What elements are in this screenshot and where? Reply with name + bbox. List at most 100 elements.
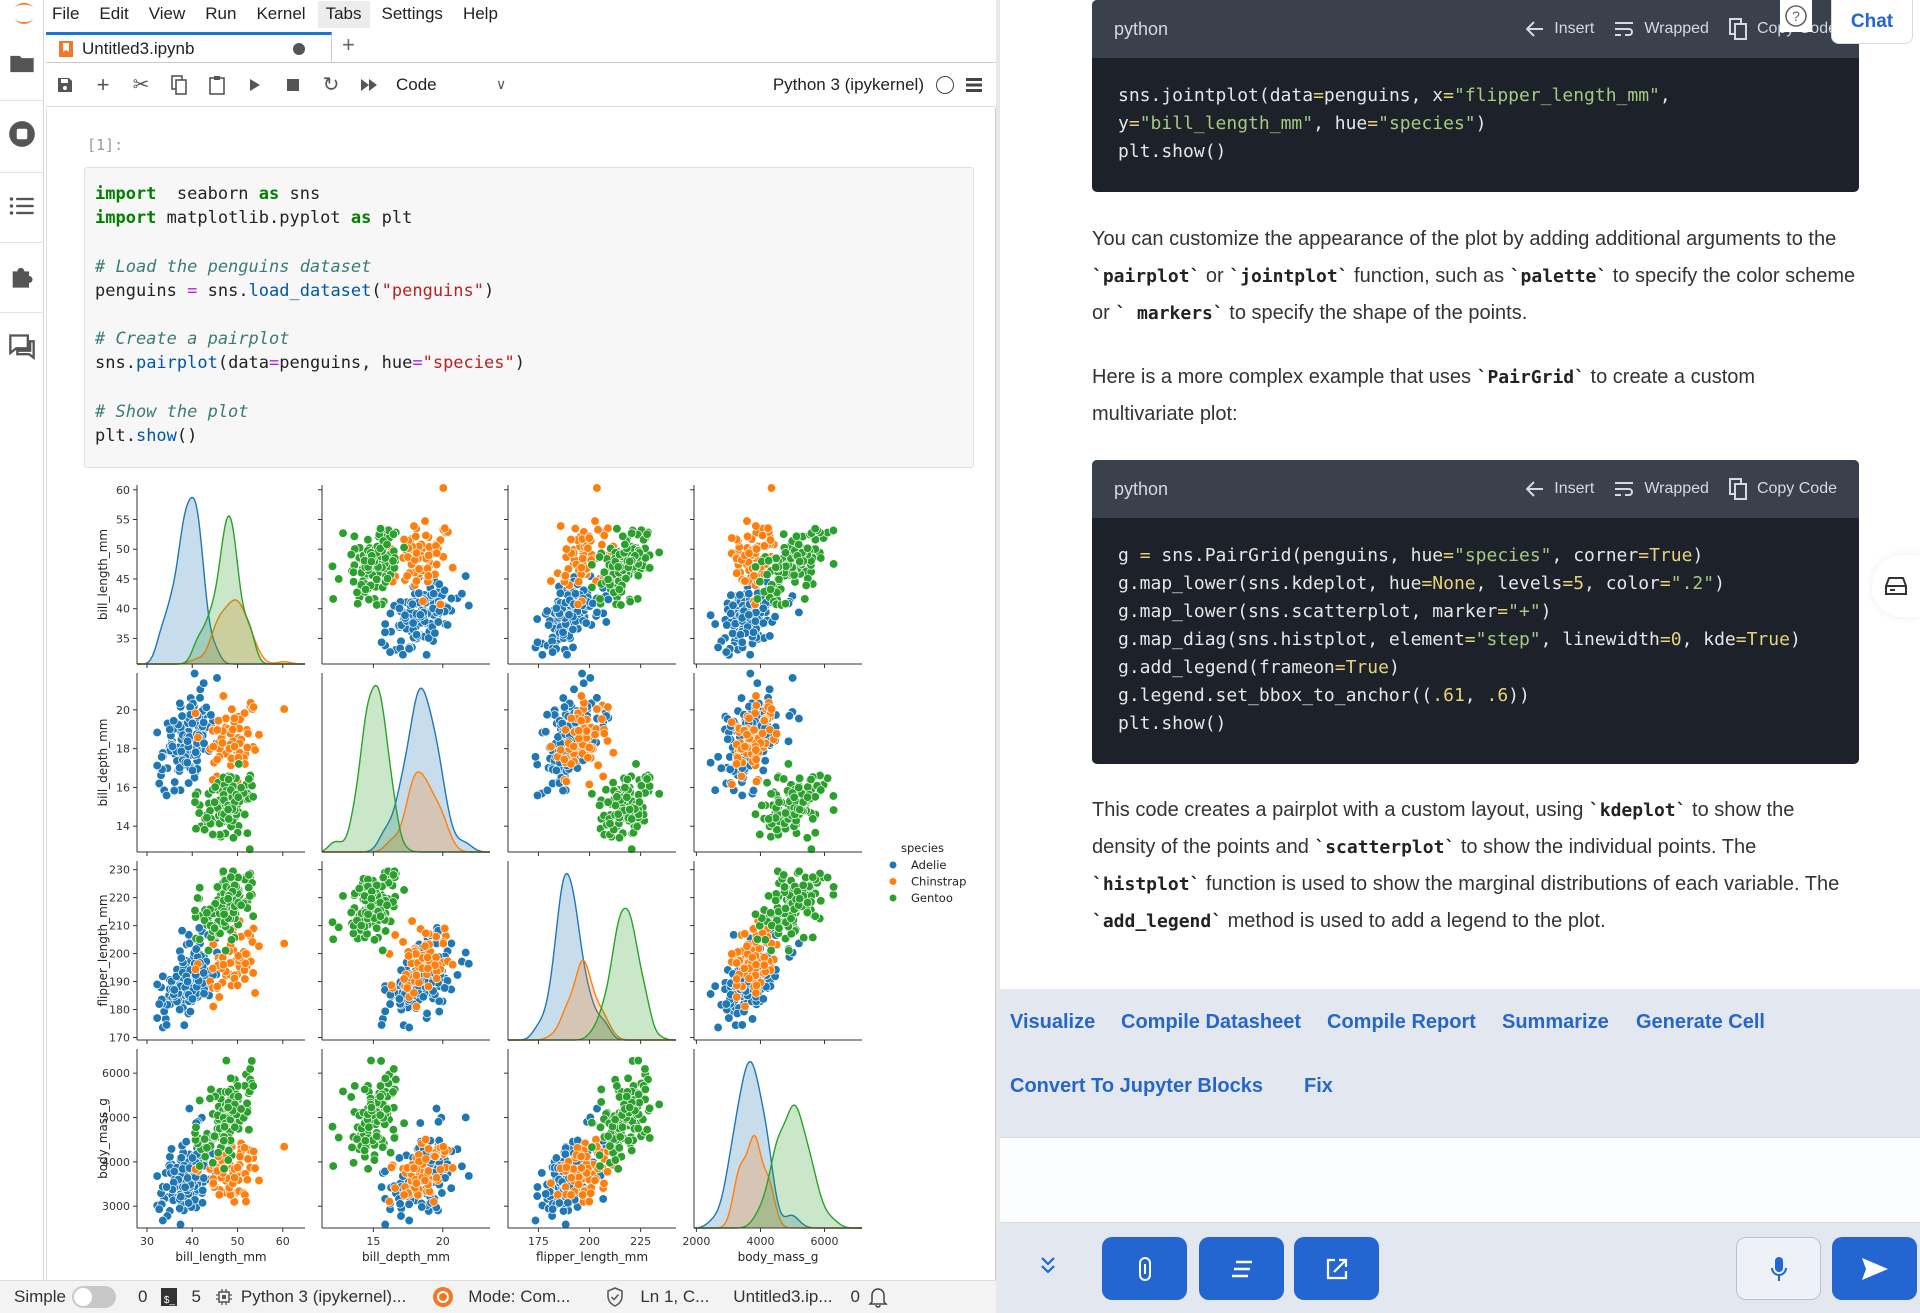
chevron-double-down-icon[interactable] (1040, 1255, 1056, 1277)
insert-button[interactable]: Insert (1526, 480, 1594, 498)
scatter-point-gentoo (605, 819, 615, 829)
scatter-point-gentoo (219, 1122, 230, 1132)
kernel-status[interactable]: Python 3 (ipykernel)... (241, 1287, 406, 1307)
scatter-point-adelie (175, 1004, 185, 1015)
action-compile-datasheet[interactable]: Compile Datasheet (1121, 1011, 1301, 1034)
scatter-point-adelie (176, 953, 186, 963)
scatter-point-adelie (446, 1183, 456, 1193)
legend-marker-chinstrap (889, 878, 897, 885)
scatter-point-adelie (394, 1153, 405, 1163)
scatter-point-gentoo (633, 571, 643, 581)
send-button[interactable] (1832, 1237, 1917, 1300)
new-tab-button[interactable]: + (342, 32, 355, 58)
notification-count[interactable]: 0 (851, 1287, 860, 1307)
menu-help[interactable]: Help (455, 1, 506, 28)
bell-icon[interactable] (868, 1286, 888, 1308)
jupyter-ai-icon[interactable] (432, 1286, 454, 1308)
code-line: import seaborn as sns (95, 182, 963, 206)
restart-run-all-button[interactable] (350, 70, 388, 100)
menu-edit[interactable]: Edit (91, 1, 136, 28)
menu-kernel[interactable]: Kernel (248, 1, 313, 28)
open-external-button[interactable] (1294, 1237, 1379, 1300)
tab-notebook[interactable]: Untitled3.ipynb (46, 32, 332, 62)
interrupt-button[interactable] (274, 70, 312, 100)
scatter-point-adelie (154, 778, 164, 789)
scatter-point-adelie (464, 600, 474, 611)
help-button[interactable]: ? (1780, 0, 1812, 32)
menu-tabs[interactable]: Tabs (317, 0, 370, 28)
menu-view[interactable]: View (141, 1, 194, 28)
scatter-point-chinstrap (556, 521, 566, 531)
running-stop-icon[interactable] (8, 120, 36, 148)
scatter-point-adelie (185, 1006, 196, 1017)
table-of-contents-icon[interactable] (8, 192, 36, 220)
chat-input[interactable] (1000, 1137, 1920, 1223)
wrapped-toggle[interactable]: Wrapped (1614, 20, 1709, 38)
terminal-count[interactable]: 0 (138, 1287, 147, 1307)
wrapped-toggle[interactable]: Wrapped (1614, 480, 1709, 498)
copy-code-button[interactable]: Copy Code (1728, 478, 1837, 500)
scatter-point-gentoo (221, 1055, 231, 1066)
scatter-point-chinstrap (386, 980, 397, 990)
scatter-point-chinstrap (420, 516, 430, 526)
extensions-puzzle-icon[interactable] (8, 262, 36, 290)
simple-mode-label: Simple (14, 1287, 66, 1306)
editor-mode[interactable]: Mode: Com... (468, 1287, 570, 1307)
chat-button[interactable]: Chat (1831, 0, 1913, 44)
scatter-point-adelie (199, 1173, 209, 1183)
simple-mode-toggle[interactable] (71, 1286, 116, 1308)
format-button[interactable] (1199, 1237, 1284, 1300)
scatter-point-gentoo (364, 594, 374, 605)
cursor-position[interactable]: Ln 1, C... (640, 1287, 709, 1307)
chevron-down-icon[interactable]: ∨ (496, 76, 506, 93)
insert-button[interactable]: Insert (1526, 20, 1594, 38)
subplot-flipper_length_mm-vs-bill_depth_mm (318, 861, 490, 1044)
action-compile-report[interactable]: Compile Report (1327, 1011, 1476, 1034)
cell-type-select[interactable]: Code (396, 75, 496, 95)
action-convert-to-jupyter-blocks[interactable]: Convert To Jupyter Blocks (1010, 1075, 1263, 1098)
action-visualize[interactable]: Visualize (1010, 1011, 1095, 1034)
scatter-point-gentoo (614, 833, 625, 843)
action-generate-cell[interactable]: Generate Cell (1636, 1011, 1765, 1034)
scatter-point-gentoo (603, 574, 613, 585)
scatter-point-chinstrap (243, 928, 253, 938)
scatter-point-chinstrap (751, 960, 761, 970)
restart-button[interactable]: ↻ (312, 70, 350, 100)
unsaved-dot-icon[interactable] (293, 42, 305, 55)
code-cell[interactable]: import seaborn as sns import matplotlib.p… (84, 167, 974, 468)
microphone-button[interactable] (1736, 1237, 1821, 1300)
kernel-count[interactable]: 5 (191, 1287, 200, 1307)
kernel-name[interactable]: Python 3 (ipykernel) (773, 75, 924, 95)
scatter-point-gentoo (801, 580, 811, 591)
scatter-point-adelie (183, 1198, 194, 1208)
scatter-point-adelie (705, 758, 716, 768)
current-file[interactable]: Untitled3.ip... (733, 1287, 832, 1307)
code-line: g.legend.set_bbox_to_anchor((.61, .6)) (1118, 682, 1833, 710)
folder-icon[interactable] (8, 50, 36, 78)
paste-button[interactable] (198, 70, 236, 100)
x-axis-label: bill_depth_mm (362, 1250, 450, 1264)
chat-icon[interactable] (8, 332, 36, 360)
scatter-point-gentoo (385, 1148, 396, 1158)
attach-button[interactable] (1102, 1237, 1187, 1300)
scatter-point-gentoo (762, 778, 772, 788)
action-summarize[interactable]: Summarize (1502, 1011, 1609, 1034)
cut-button[interactable]: ✂ (122, 70, 160, 100)
run-button[interactable] (236, 70, 274, 100)
menu-settings[interactable]: Settings (374, 1, 451, 28)
menu-run[interactable]: Run (197, 1, 244, 28)
action-fix[interactable]: Fix (1304, 1075, 1333, 1098)
menu-file[interactable]: File (44, 1, 87, 28)
scatter-point-gentoo (372, 923, 382, 933)
code-token: import (95, 184, 157, 204)
menu-icon[interactable] (966, 77, 982, 92)
copy-button[interactable] (160, 70, 198, 100)
shield-check-icon[interactable] (606, 1287, 624, 1307)
scatter-point-gentoo (617, 1122, 628, 1132)
code-token: "species" (1453, 545, 1552, 566)
code-token: True (1649, 545, 1693, 566)
code-editor[interactable]: import seaborn as sns import matplotlib.p… (95, 182, 963, 448)
scatter-point-gentoo (622, 774, 632, 785)
save-button[interactable] (46, 70, 84, 100)
insert-cell-button[interactable]: + (84, 70, 122, 100)
